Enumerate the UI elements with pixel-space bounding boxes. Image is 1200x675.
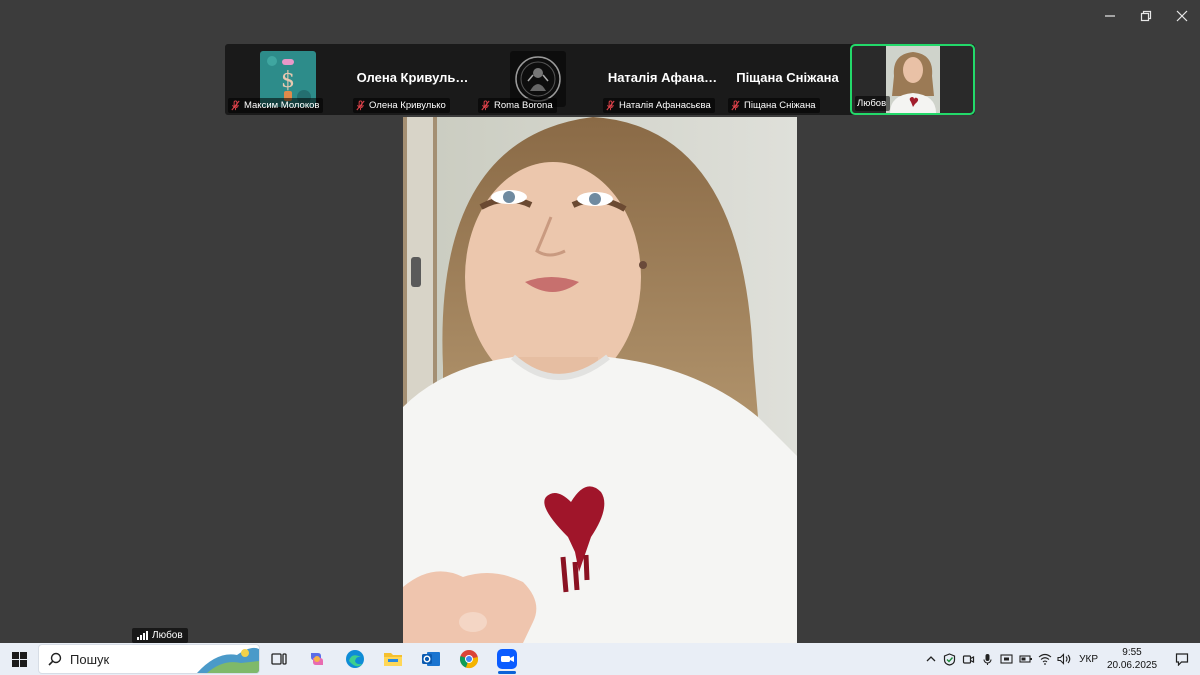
windows-logo-icon <box>11 651 27 667</box>
participant-label: Roma Borona <box>478 98 557 113</box>
participant-display-name: Наталія Афана… <box>607 70 718 85</box>
file-explorer-button[interactable] <box>374 643 412 675</box>
clock-time: 9:55 <box>1122 647 1142 658</box>
clock[interactable]: 9:55 20.06.2025 <box>1106 646 1158 672</box>
show-hidden-icons-button[interactable] <box>921 643 940 675</box>
mic-muted-icon <box>731 100 740 111</box>
shield-icon <box>944 652 956 666</box>
participant-tile[interactable]: Наталія Афана… Наталія Афанасьєва <box>600 44 725 115</box>
clock-date: 20.06.2025 <box>1106 660 1158 671</box>
display-tray-button[interactable] <box>997 643 1016 675</box>
participant-label: Наталія Афанасьєва <box>603 98 715 113</box>
participant-tile[interactable]: Олена Кривуль… Олена Кривулько <box>350 44 475 115</box>
participant-tile-active-speaker[interactable]: Любов <box>850 44 975 115</box>
mic-muted-icon <box>356 100 365 111</box>
microphone-icon <box>983 653 992 665</box>
participant-name: Любов <box>857 98 887 109</box>
zoom-button[interactable] <box>488 643 526 675</box>
participant-display-name: Піщана Сніжана <box>736 70 839 85</box>
wifi-tray-button[interactable] <box>1035 643 1054 675</box>
speaker-name-tag: Любов <box>132 628 188 643</box>
restore-icon <box>1140 10 1152 22</box>
camera-tray-icon <box>963 654 975 664</box>
participant-name: Roma Borona <box>494 100 553 111</box>
security-tray-button[interactable] <box>940 643 959 675</box>
display-sharing-icon <box>1000 653 1013 664</box>
search-placeholder: Пошук <box>70 651 110 667</box>
start-button[interactable] <box>0 643 38 675</box>
participant-name: Наталія Афанасьєва <box>619 100 711 111</box>
signal-strength-icon <box>137 631 148 640</box>
speaker-name: Любов <box>152 630 183 641</box>
participant-display-name: Олена Кривуль… <box>356 70 469 85</box>
chrome-button[interactable] <box>450 643 488 675</box>
participant-tile[interactable]: Roma Borona <box>475 44 600 115</box>
notification-icon <box>1175 653 1189 666</box>
copilot-button[interactable] <box>298 643 336 675</box>
svg-text:$: $ <box>281 68 295 93</box>
search-highlight-illustration <box>197 647 259 673</box>
participant-tile[interactable]: $ Максим Молоков <box>225 44 350 115</box>
taskbar: Пошук УКР 9:55 20.06.2025 <box>0 643 1200 675</box>
close-button[interactable] <box>1164 0 1200 32</box>
speaker-icon <box>1057 653 1070 665</box>
battery-tray-button[interactable] <box>1016 643 1035 675</box>
participant-video-thumbnail <box>886 46 940 113</box>
minimize-button[interactable] <box>1092 0 1128 32</box>
participant-tile[interactable]: Піщана Сніжана Піщана Сніжана <box>725 44 850 115</box>
window-controls <box>1092 0 1200 32</box>
minimize-icon <box>1105 15 1115 17</box>
participant-label: Любов <box>855 96 891 111</box>
volume-tray-button[interactable] <box>1054 643 1073 675</box>
main-speaker-video <box>403 117 797 643</box>
edge-button[interactable] <box>336 643 374 675</box>
microphone-tray-button[interactable] <box>978 643 997 675</box>
task-view-button[interactable] <box>260 643 298 675</box>
taskbar-search-box[interactable]: Пошук <box>38 644 260 674</box>
input-language-indicator[interactable]: УКР <box>1079 654 1098 665</box>
system-tray: УКР 9:55 20.06.2025 <box>921 643 1200 675</box>
zoom-app-icon <box>497 649 517 669</box>
task-view-icon <box>271 653 287 665</box>
copilot-icon <box>311 653 323 665</box>
outlook-icon <box>422 652 440 666</box>
participant-label: Максим Молоков <box>228 98 324 113</box>
edge-browser-icon <box>346 650 364 668</box>
participant-name: Максим Молоков <box>244 100 320 111</box>
speaker-video-frame <box>403 117 797 643</box>
battery-icon <box>1019 655 1032 663</box>
folder-icon <box>384 653 402 666</box>
restore-button[interactable] <box>1128 0 1164 32</box>
outlook-button[interactable] <box>412 643 450 675</box>
wifi-icon <box>1038 653 1051 665</box>
mic-muted-icon <box>231 100 240 111</box>
chevron-up-icon <box>926 656 936 662</box>
participant-label: Піщана Сніжана <box>728 98 820 113</box>
participant-name: Піщана Сніжана <box>744 100 816 111</box>
search-icon <box>48 652 62 666</box>
mic-muted-icon <box>481 100 490 111</box>
meet-now-tray-button[interactable] <box>959 643 978 675</box>
participant-strip: $ Максим Молоков Олена Кривуль… Олена Кр… <box>225 44 975 115</box>
notifications-button[interactable] <box>1164 652 1200 666</box>
chrome-icon <box>459 650 479 669</box>
participant-label: Олена Кривулько <box>353 98 450 113</box>
participant-name: Олена Кривулько <box>369 100 446 111</box>
mic-muted-icon <box>606 100 615 111</box>
close-icon <box>1176 10 1188 22</box>
